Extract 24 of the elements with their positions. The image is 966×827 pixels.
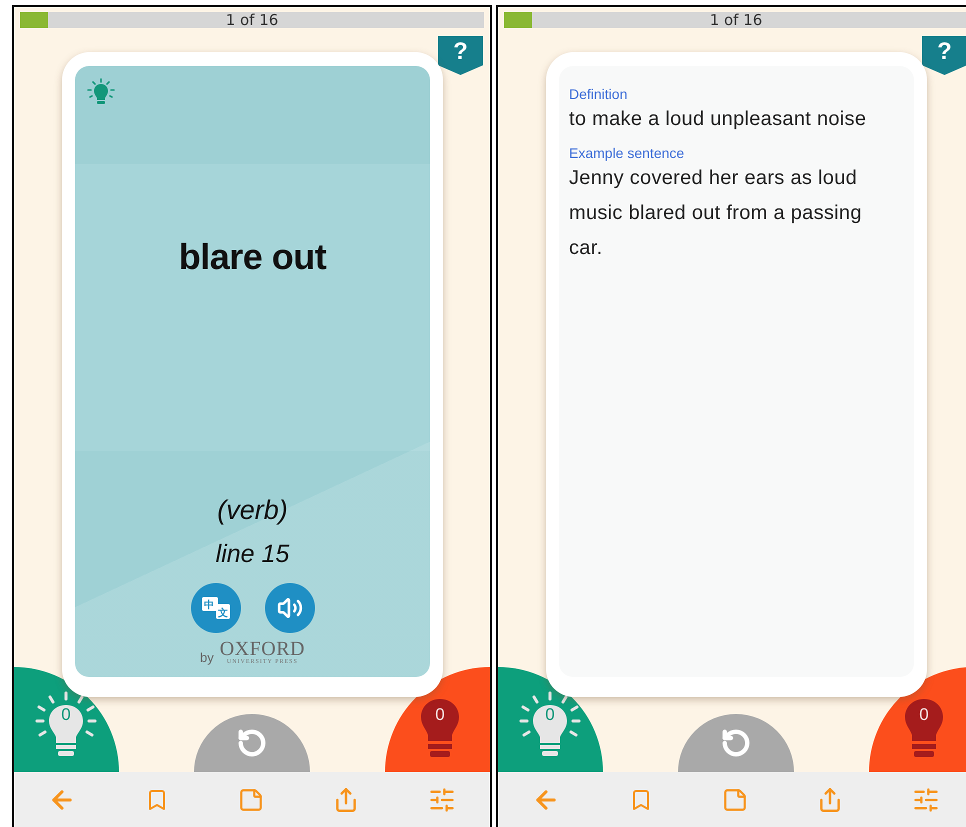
known-count: 0	[60, 705, 72, 725]
speaker-icon	[276, 595, 302, 621]
rotate-icon	[721, 728, 751, 758]
flashcard[interactable]: Definition to make a loud unpleasant noise Example sentence Jenny covered her ears as loud music blared out from a passing car.	[546, 52, 927, 697]
section-text: to make a loud unpleasant noise	[569, 107, 868, 132]
audio-button[interactable]	[264, 583, 314, 633]
lightbulb-icon	[87, 78, 115, 106]
part-of-speech: (verb)	[217, 495, 288, 526]
publisher-logo: OXFORD	[220, 639, 305, 659]
progress-label: 1 of 16	[710, 12, 762, 28]
progress-label: 1 of 16	[226, 12, 278, 28]
translate-button[interactable]: 中 文	[190, 583, 240, 633]
unknown-count: 0	[434, 705, 446, 725]
section-text: Jenny covered her ears as loud music blared out from a passing car.	[569, 166, 863, 261]
known-count: 0	[544, 705, 556, 725]
rotate-icon	[237, 728, 267, 758]
line-reference: line 15	[216, 540, 290, 569]
unknown-count: 0	[918, 705, 930, 725]
help-button[interactable]: ?	[438, 36, 483, 75]
section-heading: Definition	[569, 86, 628, 102]
help-button[interactable]: ?	[922, 36, 966, 75]
publisher-by: by	[200, 650, 214, 665]
section-heading: Example sentence	[569, 145, 686, 161]
flashcard-word: blare out	[178, 236, 326, 278]
